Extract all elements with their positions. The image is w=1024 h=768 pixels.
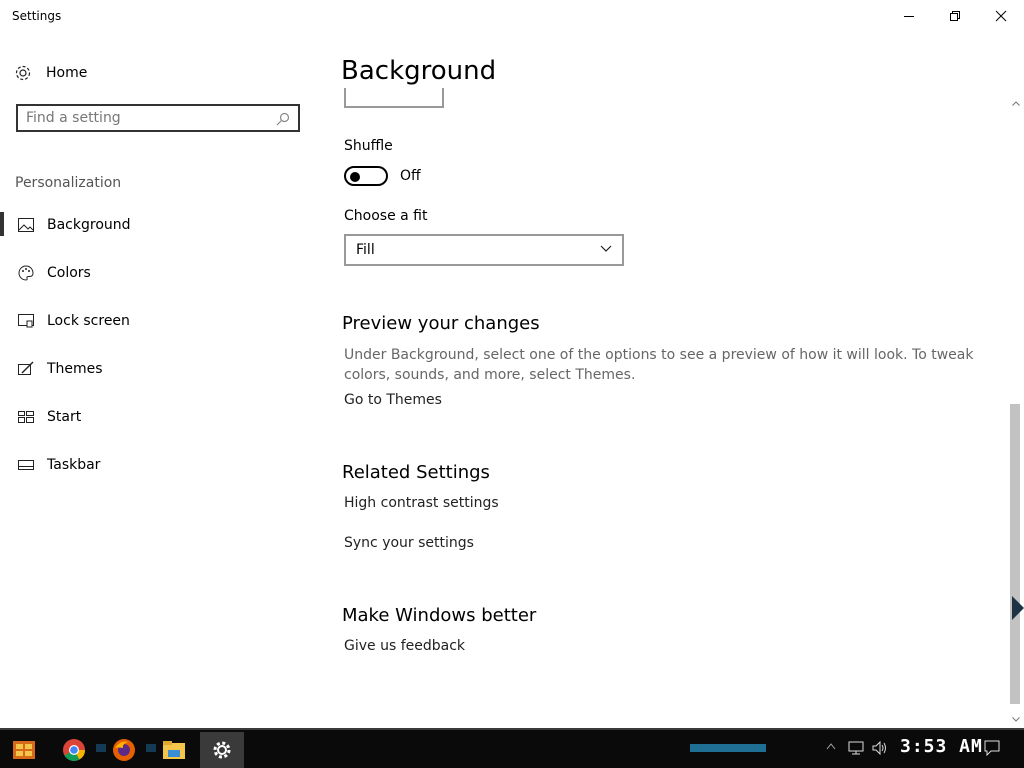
scroll-down-icon[interactable]: [1011, 714, 1021, 724]
search-input[interactable]: [26, 109, 271, 127]
nav-home-label: Home: [46, 65, 88, 81]
gear-icon: [15, 65, 31, 81]
sync-settings-link[interactable]: Sync your settings: [344, 535, 474, 551]
volume-icon[interactable]: [872, 741, 888, 755]
fit-label: Choose a fit: [344, 208, 428, 224]
settings-taskbar-button[interactable]: [200, 732, 244, 768]
restore-icon: [950, 11, 960, 21]
sidebar-item-label: Colors: [47, 265, 91, 281]
sidebar-item-themes[interactable]: Themes: [0, 352, 320, 386]
scroll-up-icon[interactable]: [1011, 98, 1021, 108]
close-button[interactable]: [978, 0, 1024, 32]
go-to-themes-link[interactable]: Go to Themes: [344, 392, 442, 408]
file-explorer-taskbar-button[interactable]: [152, 732, 196, 768]
sidebar-item-label: Themes: [47, 361, 103, 377]
scroll-thumb[interactable]: [1010, 404, 1020, 704]
firefox-icon: [113, 739, 135, 761]
toggle-knob: [350, 172, 360, 182]
sidebar-item-background[interactable]: Background: [0, 208, 320, 242]
network-icon[interactable]: [848, 741, 864, 755]
image-icon: [18, 218, 34, 232]
restore-button[interactable]: [932, 0, 978, 32]
sidebar-item-colors[interactable]: Colors: [0, 256, 320, 290]
fit-dropdown[interactable]: Fill: [344, 234, 624, 266]
fit-value: Fill: [356, 242, 375, 258]
shuffle-toggle[interactable]: [344, 166, 388, 186]
start-button[interactable]: [2, 732, 46, 768]
palette-icon: [18, 265, 34, 281]
minimize-button[interactable]: [886, 0, 932, 32]
taskbar-decoration: [690, 744, 766, 752]
window-title: Settings: [12, 9, 62, 23]
sidebar-item-label: Lock screen: [47, 313, 130, 329]
better-heading: Make Windows better: [342, 605, 537, 626]
start-icon: [13, 741, 35, 759]
brush-icon: [18, 361, 34, 375]
high-contrast-link[interactable]: High contrast settings: [344, 495, 499, 511]
clipped-dropdown[interactable]: [344, 88, 444, 108]
chrome-icon: [63, 739, 85, 761]
sidebar-item-lock-screen[interactable]: Lock screen: [0, 304, 320, 338]
preview-heading: Preview your changes: [342, 313, 540, 334]
sidebar-item-label: Background: [47, 217, 131, 233]
related-heading: Related Settings: [342, 462, 490, 483]
action-center-icon[interactable]: [984, 740, 1000, 756]
sidebar-item-label: Taskbar: [47, 457, 101, 473]
section-label: Personalization: [15, 175, 122, 191]
sidebar-item-label: Start: [47, 409, 82, 425]
taskbar: 3:53 AM: [0, 728, 1024, 768]
preview-description: Under Background, select one of the opti…: [344, 347, 974, 383]
shuffle-label: Shuffle: [344, 138, 393, 154]
search-box[interactable]: [16, 104, 300, 132]
feedback-link[interactable]: Give us feedback: [344, 638, 465, 654]
decorative-arrow-icon: [1012, 596, 1024, 620]
sidebar-item-start[interactable]: Start: [0, 400, 320, 434]
lock-screen-icon: [18, 314, 34, 328]
close-icon: [995, 10, 1007, 22]
start-icon: [18, 411, 34, 423]
chevron-down-icon: [600, 245, 612, 252]
shuffle-state: Off: [400, 168, 421, 184]
show-hidden-icons-icon[interactable]: [826, 742, 836, 750]
scrollbar[interactable]: [1008, 96, 1024, 728]
nav-home[interactable]: Home: [14, 62, 87, 84]
firefox-taskbar-button[interactable]: [102, 732, 146, 768]
settings-gear-icon: [213, 741, 231, 759]
taskbar-icon: [18, 460, 34, 470]
page-title: Background: [341, 56, 497, 86]
sidebar-item-taskbar[interactable]: Taskbar: [0, 448, 320, 482]
search-icon: [276, 112, 290, 126]
taskbar-clock[interactable]: 3:53 AM: [900, 736, 983, 757]
chrome-taskbar-button[interactable]: [52, 732, 96, 768]
minimize-icon: [904, 16, 914, 17]
file-explorer-icon: [163, 741, 185, 759]
